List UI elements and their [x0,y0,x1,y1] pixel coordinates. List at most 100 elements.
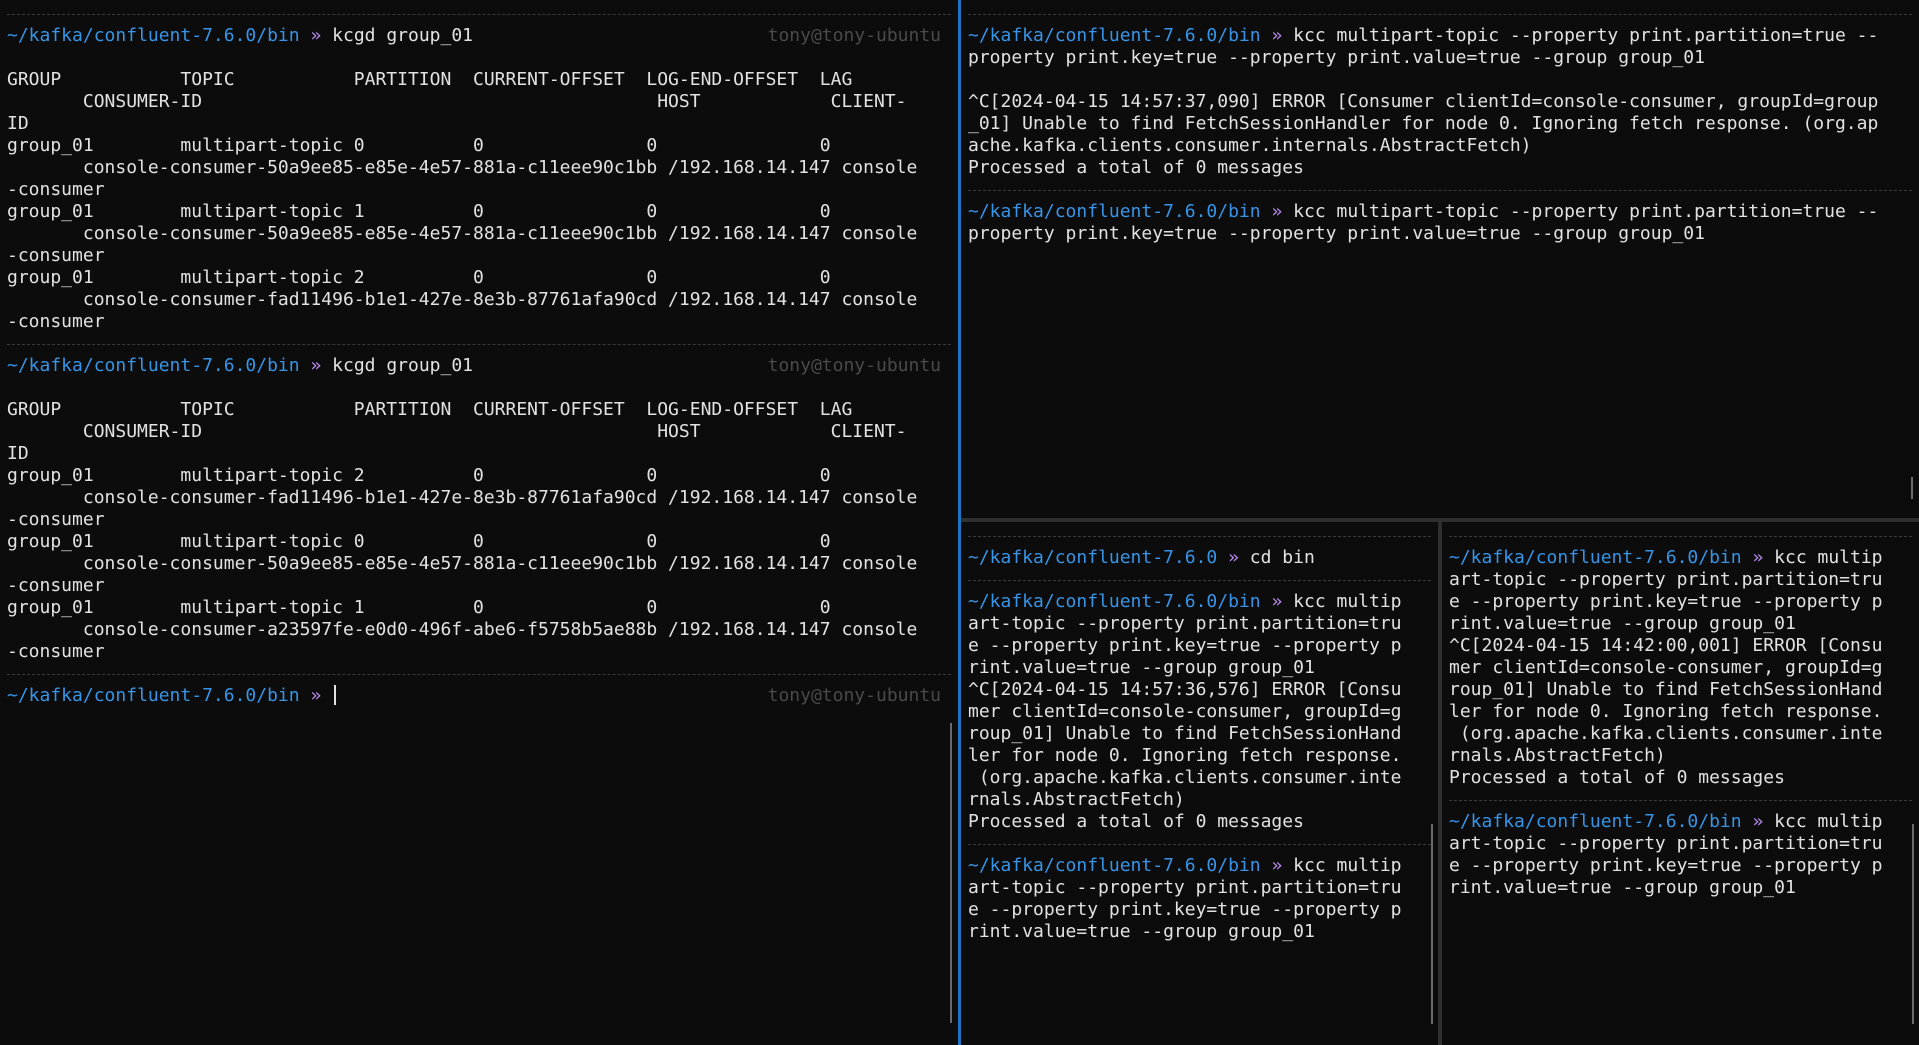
output-line: e --property print.key=true --property p [1449,855,1883,876]
output-line: ID [7,113,29,134]
prompt-arrow: » [1752,811,1764,832]
output-line: group_01 multipart-topic 0 0 0 0 [7,531,831,552]
terminal-pane-left[interactable]: ~/kafka/confluent-7.6.0/bin » kcgd group… [0,0,958,1045]
output-line: console-consumer-fad11496-b1e1-427e-8e3b… [7,289,918,310]
output-line: CONSUMER-ID HOST CLIENT- [7,421,907,442]
output-line: rint.value=true --group group_01 [968,657,1315,678]
output-line: art-topic --property print.partition=tru [968,877,1402,898]
prompt-arrow: » [310,355,322,376]
scrollbar-bottom-left[interactable] [1431,824,1433,1024]
separator-line [1449,789,1912,811]
output-line: GROUP TOPIC PARTITION CURRENT-OFFSET LOG… [7,399,853,420]
text-cursor [334,685,337,705]
prompt-arrow: » [1271,855,1283,876]
prompt-path: ~/kafka/confluent-7.6.0/bin [968,201,1261,222]
output-line: console-consumer-50a9ee85-e85e-4e57-881a… [7,223,918,244]
prompt-path: ~/kafka/confluent-7.6.0/bin [7,355,300,376]
output-line: rnals.AbstractFetch) [968,789,1185,810]
output-line: ler for node 0. Ignoring fetch response. [1449,701,1883,722]
output-line: group_01 multipart-topic 2 0 0 0 [7,267,831,288]
output-line: console-consumer-50a9ee85-e85e-4e57-881a… [7,157,918,178]
output-line: rint.value=true --group group_01 [968,921,1315,942]
shell-prompt: ~/kafka/confluent-7.6.0 » cd bin [968,547,1431,569]
prompt-arrow: » [1271,591,1283,612]
output-line: ache.kafka.clients.consumer.internals.Ab… [968,135,1532,156]
shell-prompt: ~/kafka/confluent-7.6.0/bin » kcc multip [1449,811,1912,833]
command-text: kcc multip [1293,855,1402,876]
separator-line [1449,525,1912,547]
shell-prompt: ~/kafka/confluent-7.6.0/bin » kcc multip… [968,201,1912,223]
scrollbar-bottom-right[interactable] [1912,824,1914,1024]
prompt-arrow: » [310,685,322,706]
prompt-path: ~/kafka/confluent-7.6.0/bin [968,855,1261,876]
output-line: group_01 multipart-topic 1 0 0 0 [7,597,831,618]
prompt-path: ~/kafka/confluent-7.6.0/bin [1449,547,1742,568]
prompt-path: ~/kafka/confluent-7.6.0/bin [7,25,300,46]
output-line: e --property print.key=true --property p [1449,591,1883,612]
output-line: _01] Unable to find FetchSessionHandler … [968,113,1879,134]
command-text: kcc multipart-topic --property print.par… [1293,201,1879,222]
shell-prompt: ~/kafka/confluent-7.6.0/bin » kcc multip… [968,25,1912,47]
command-text: kcgd group_01 [332,25,474,46]
terminal-output-bottom-left: ~/kafka/confluent-7.6.0 » cd bin ~/kafka/… [968,525,1431,943]
output-line: -consumer [7,575,105,596]
terminal-pane-bottom-left[interactable]: ~/kafka/confluent-7.6.0 » cd bin ~/kafka/… [961,522,1438,1045]
output-line: roup_01] Unable to find FetchSessionHand [1449,679,1883,700]
output-line: console-consumer-50a9ee85-e85e-4e57-881a… [7,553,918,574]
terminal-pane-bottom-right[interactable]: ~/kafka/confluent-7.6.0/bin » kcc multip… [1442,522,1919,1045]
output-line: art-topic --property print.partition=tru [1449,833,1883,854]
shell-prompt: ~/kafka/confluent-7.6.0/bin » kcc multip [968,855,1431,877]
output-line: mer clientId=console-consumer, groupId=g [1449,657,1883,678]
output-line: roup_01] Unable to find FetchSessionHand [968,723,1402,744]
shell-prompt: ~/kafka/confluent-7.6.0/bin » tony@tony-… [7,685,951,707]
output-line: -consumer [7,245,105,266]
output-line: property print.key=true --property print… [968,223,1705,244]
output-line: rint.value=true --group group_01 [1449,613,1796,634]
output-line: Processed a total of 0 messages [968,811,1304,832]
shell-prompt: ~/kafka/confluent-7.6.0/bin » kcc multip [968,591,1431,613]
shell-prompt: ~/kafka/confluent-7.6.0/bin » kcgd group… [7,355,951,377]
output-line: ^C[2024-04-15 14:57:37,090] ERROR [Consu… [968,91,1879,112]
output-line: rint.value=true --group group_01 [1449,877,1796,898]
output-line: e --property print.key=true --property p [968,899,1402,920]
shell-prompt: ~/kafka/confluent-7.6.0/bin » kcc multip [1449,547,1912,569]
command-text: kcc multipart-topic --property print.par… [1293,25,1879,46]
separator-line [968,3,1912,25]
command-text: kcgd group_01 [332,355,474,376]
prompt-arrow: » [1271,25,1283,46]
separator-line [7,3,951,25]
output-line: e --property print.key=true --property p [968,635,1402,656]
output-line: console-consumer-fad11496-b1e1-427e-8e3b… [7,487,918,508]
command-text: cd bin [1249,547,1315,568]
output-line: art-topic --property print.partition=tru [968,613,1402,634]
output-line: Processed a total of 0 messages [1449,767,1785,788]
output-line: GROUP TOPIC PARTITION CURRENT-OFFSET LOG… [7,69,853,90]
prompt-path: ~/kafka/confluent-7.6.0 [968,547,1218,568]
prompt-path: ~/kafka/confluent-7.6.0/bin [968,25,1261,46]
separator-line [968,833,1431,855]
output-line: (org.apache.kafka.clients.consumer.inte [968,767,1402,788]
terminal-pane-top-right[interactable]: ~/kafka/confluent-7.6.0/bin » kcc multip… [961,0,1919,518]
output-line: mer clientId=console-consumer, groupId=g [968,701,1402,722]
scrollbar-top-right[interactable] [1911,477,1913,499]
separator-line [7,663,951,685]
command-text: kcc multip [1774,547,1883,568]
output-line: Processed a total of 0 messages [968,157,1304,178]
prompt-arrow: » [310,25,322,46]
output-line: rnals.AbstractFetch) [1449,745,1666,766]
output-line: art-topic --property print.partition=tru [1449,569,1883,590]
output-line: console-consumer-a23597fe-e0d0-496f-abe6… [7,619,918,640]
command-text: kcc multip [1293,591,1402,612]
prompt-arrow: » [1271,201,1283,222]
separator-line [968,179,1912,201]
user-host-label: tony@tony-ubuntu [767,25,941,46]
separator-line [968,569,1431,591]
output-line: ^C[2024-04-15 14:57:36,576] ERROR [Consu [968,679,1402,700]
output-line: -consumer [7,311,105,332]
shell-prompt: ~/kafka/confluent-7.6.0/bin » kcgd group… [7,25,951,47]
output-line: (org.apache.kafka.clients.consumer.inte [1449,723,1883,744]
scrollbar-left[interactable] [950,723,952,1023]
